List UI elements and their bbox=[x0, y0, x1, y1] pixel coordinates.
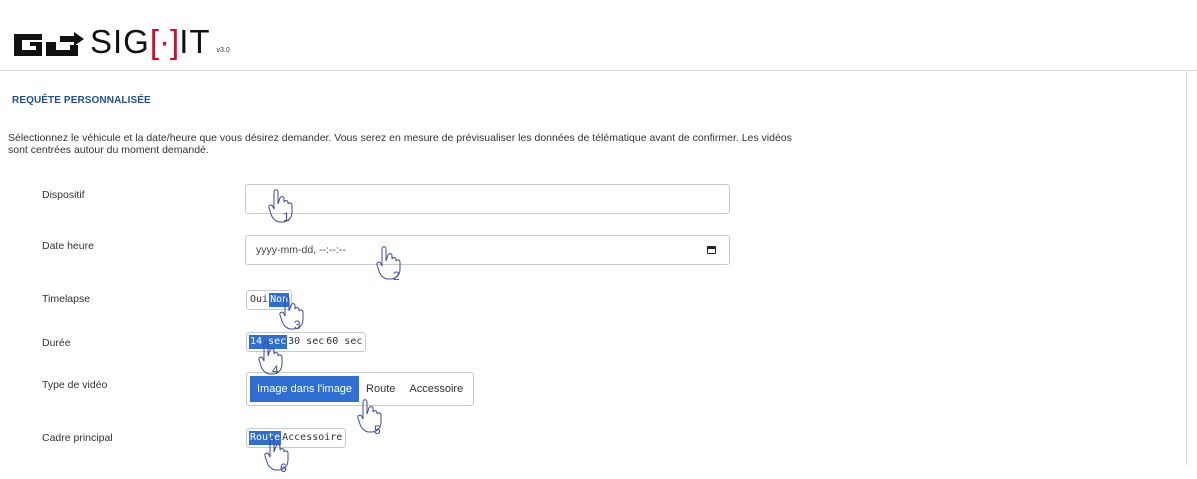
gosight-logo: SIG [·] IT v3.0 bbox=[12, 22, 230, 58]
app-version: v3.0 bbox=[216, 47, 230, 54]
pointer-hand-icon: 6 bbox=[264, 437, 289, 475]
datetime-value: yyyy-mm-dd, --:--:-- bbox=[256, 244, 346, 256]
pointer-hand-icon: 1 bbox=[268, 189, 293, 224]
step-number-1: 1 bbox=[283, 210, 290, 224]
video-type-label: Type de vidéo bbox=[42, 379, 108, 391]
logo-text-it: IT bbox=[179, 23, 211, 60]
pointer-hand-icon: 3 bbox=[279, 296, 304, 332]
logo-red-dot: [·] bbox=[149, 23, 180, 60]
pointer-hand-icon: 4 bbox=[258, 341, 283, 377]
device-label: Dispositif bbox=[42, 189, 85, 201]
duration-label: Durée bbox=[42, 337, 71, 349]
step-number-2: 2 bbox=[393, 269, 400, 283]
intro-text: Sélectionnez le véhicule et la date/heur… bbox=[8, 132, 792, 156]
video-type-option-accessoire[interactable]: Accessoire bbox=[402, 376, 470, 402]
datetime-label: Date heure bbox=[42, 240, 94, 252]
step-number-6: 6 bbox=[280, 461, 287, 475]
section-title: REQUÊTE PERSONNALISÉE bbox=[12, 95, 151, 106]
content-right-border bbox=[1186, 71, 1187, 465]
pointer-hand-icon: 5 bbox=[357, 399, 382, 437]
timelapse-option-oui[interactable]: Oui bbox=[249, 293, 269, 307]
step-number-3: 3 bbox=[294, 318, 301, 332]
duration-option-60[interactable]: 60 sec bbox=[325, 335, 363, 349]
device-input[interactable] bbox=[245, 184, 730, 214]
app-header: SIG [·] IT v3.0 bbox=[0, 0, 1197, 71]
go-logo-mark bbox=[14, 32, 84, 56]
pointer-hand-icon: 2 bbox=[376, 246, 401, 283]
datetime-input[interactable]: yyyy-mm-dd, --:--:-- bbox=[245, 235, 730, 265]
calendar-icon[interactable] bbox=[707, 246, 716, 254]
main-frame-label: Cadre principal bbox=[42, 432, 113, 444]
step-number-4: 4 bbox=[272, 363, 279, 377]
step-number-5: 5 bbox=[374, 423, 381, 437]
timelapse-label: Timelapse bbox=[42, 293, 91, 305]
logo-text-sig: SIG bbox=[90, 23, 150, 60]
